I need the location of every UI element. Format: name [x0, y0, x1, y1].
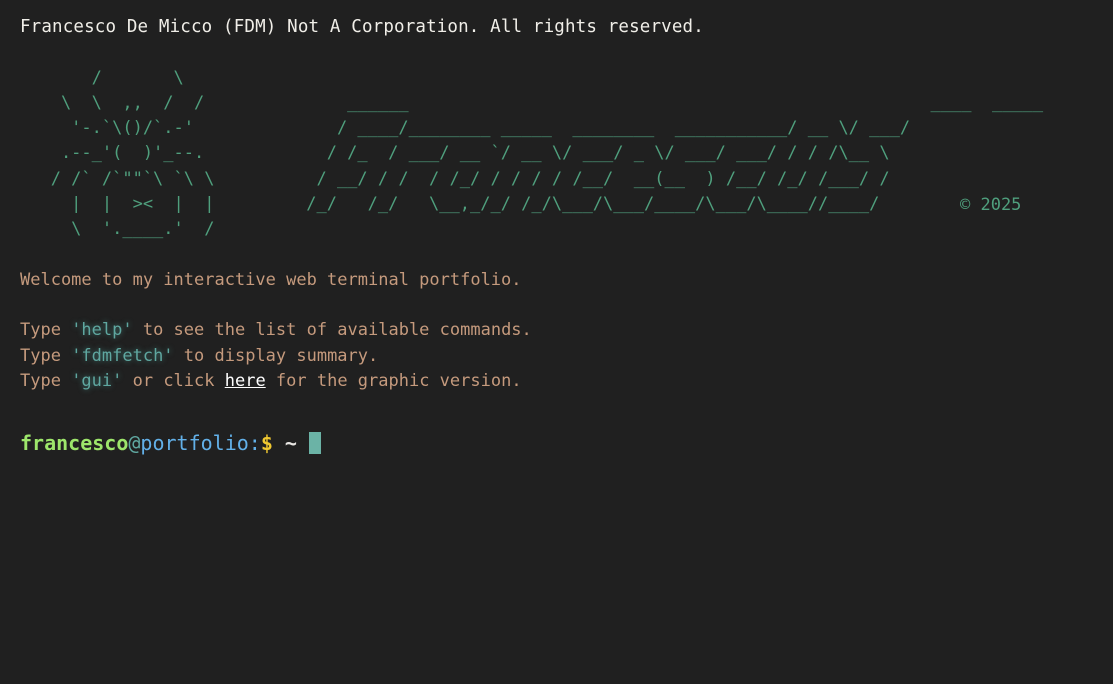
prompt-path: ~: [272, 430, 297, 455]
prompt-user: francesco: [20, 430, 129, 455]
terminal-window[interactable]: Francesco De Micco (FDM) Not A Corporati…: [20, 15, 1100, 457]
command-prompt[interactable]: francesco @ portfolio: $ ~: [20, 429, 1100, 457]
fetch-hint-text: to display summary.: [173, 345, 379, 366]
type-word: Type: [20, 371, 72, 392]
type-word: Type: [20, 320, 72, 341]
type-word: Type: [20, 345, 72, 366]
prompt-colon: :: [248, 430, 261, 455]
prompt-dollar: $: [260, 430, 273, 455]
gui-hint-middle: or click: [122, 371, 225, 392]
gui-command: 'gui': [71, 371, 123, 392]
prompt-at: @: [128, 430, 141, 455]
gui-hint-line: Type 'gui' or click here for the graphic…: [20, 369, 1100, 394]
copyright-line: Francesco De Micco (FDM) Not A Corporati…: [20, 17, 704, 37]
ascii-francesco-title: ______ ____ _____ / ____/________ _____ …: [306, 92, 1044, 215]
help-hint-line: Type 'help' to see the list of available…: [20, 318, 1100, 343]
copyright-year: © 2025: [960, 194, 1022, 215]
help-hint-text: to see the list of available commands.: [132, 320, 532, 341]
ascii-banner: / \ \ \ ,, / / '-.`\()/`.-' .--_'( )'_--…: [20, 66, 1100, 243]
fetch-hint-line: Type 'fdmfetch' to display summary.: [20, 344, 1100, 369]
ascii-ram-logo: / \ \ \ ,, / / '-.`\()/`.-' .--_'( )'_--…: [50, 67, 215, 240]
prompt-host: portfolio: [140, 430, 249, 455]
gui-here-link[interactable]: here: [225, 371, 266, 391]
terminal-cursor[interactable]: [308, 431, 321, 454]
fdmfetch-command: 'fdmfetch': [71, 345, 174, 366]
gui-hint-text: for the graphic version.: [265, 371, 522, 392]
help-command: 'help': [71, 320, 133, 341]
welcome-message: Welcome to my interactive web terminal p…: [20, 269, 522, 290]
